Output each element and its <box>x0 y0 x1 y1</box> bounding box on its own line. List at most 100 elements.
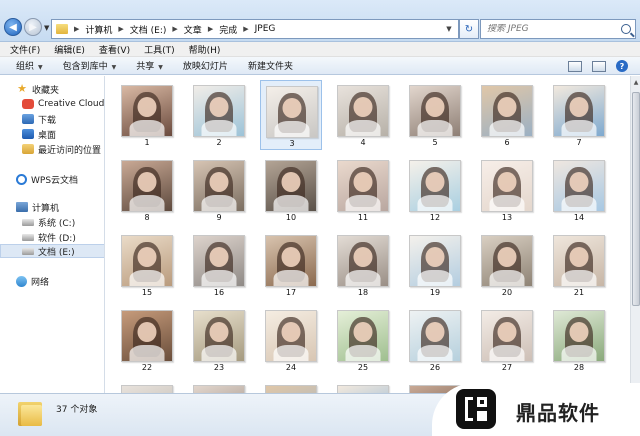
back-button[interactable]: ◀ <box>4 18 22 36</box>
sidebar-item-recent[interactable]: 最近访问的位置 <box>22 142 104 156</box>
sidebar-item-downloads[interactable]: 下载 <box>22 112 104 126</box>
watermark: 鼎品软件 <box>432 383 640 436</box>
sidebar-item-computer[interactable]: 计算机 <box>16 200 104 214</box>
breadcrumb-computer[interactable]: 计算机 <box>85 23 112 36</box>
breadcrumb-done[interactable]: 完成 <box>219 23 237 36</box>
sidebar-item-drive-c[interactable]: 系统 (C:) <box>22 215 104 229</box>
image-file-item[interactable]: 17 <box>260 230 322 300</box>
image-file-item[interactable] <box>188 380 250 393</box>
image-file-item[interactable]: 28 <box>548 305 610 375</box>
image-thumbnail <box>337 385 389 393</box>
include-library-label: 包含到库中 <box>62 62 108 72</box>
vertical-scrollbar[interactable]: ▲ ▼ <box>630 76 640 393</box>
image-file-item[interactable]: 26 <box>404 305 466 375</box>
image-file-item[interactable]: 5 <box>404 80 466 150</box>
image-file-item[interactable]: 13 <box>476 155 538 225</box>
breadcrumb-jpeg[interactable]: JPEG <box>255 24 276 34</box>
image-file-item[interactable]: 9 <box>188 155 250 225</box>
menu-help[interactable]: 帮助(H) <box>189 43 221 56</box>
help-icon[interactable]: ? <box>616 60 628 72</box>
search-icon[interactable] <box>621 24 631 34</box>
drive-icon <box>22 218 34 226</box>
image-file-item[interactable] <box>332 380 394 393</box>
menu-view[interactable]: 查看(V) <box>99 43 130 56</box>
include-library-button[interactable]: 包含到库中 ▼ <box>63 59 117 72</box>
image-file-item[interactable]: 11 <box>332 155 394 225</box>
image-file-item[interactable] <box>116 380 178 393</box>
chevron-right-icon[interactable]: ▶ <box>208 25 213 33</box>
image-file-item[interactable]: 1 <box>116 80 178 150</box>
image-file-item[interactable]: 10 <box>260 155 322 225</box>
address-bar[interactable]: ▶ 计算机 ▶ 文档 (E:) ▶ 文章 ▶ 完成 ▶ JPEG <box>51 19 459 39</box>
image-file-item[interactable]: 12 <box>404 155 466 225</box>
image-file-item[interactable]: 14 <box>548 155 610 225</box>
image-file-item[interactable] <box>260 380 322 393</box>
image-file-item[interactable]: 21 <box>548 230 610 300</box>
scrollbar-thumb[interactable] <box>632 92 640 306</box>
chevron-right-icon[interactable]: ▶ <box>74 25 79 33</box>
image-file-item[interactable]: 6 <box>476 80 538 150</box>
sidebar-item-network[interactable]: 网络 <box>16 274 104 288</box>
image-file-item[interactable]: 18 <box>332 230 394 300</box>
sidebar-item-creative-cloud[interactable]: Creative Cloud Files <box>22 97 104 111</box>
forward-button[interactable]: ▶ <box>24 18 42 36</box>
file-name-label: 16 <box>213 288 225 297</box>
chevron-down-icon: ▼ <box>111 64 117 71</box>
sidebar-item-drive-d[interactable]: 软件 (D:) <box>22 230 104 244</box>
slideshow-button[interactable]: 放映幻灯片 <box>183 59 228 72</box>
recent-places-icon <box>22 144 34 154</box>
image-thumbnail <box>265 385 317 393</box>
image-file-item[interactable]: 27 <box>476 305 538 375</box>
image-file-item[interactable]: 23 <box>188 305 250 375</box>
desktop-icon <box>22 129 34 139</box>
image-thumbnail <box>337 85 389 137</box>
sidebar-item-drive-e[interactable]: 文档 (E:) <box>0 244 104 258</box>
command-bar: 组织 ▼ 包含到库中 ▼ 共享 ▼ 放映幻灯片 新建文件夹 ? <box>0 57 640 75</box>
image-file-item[interactable]: 8 <box>116 155 178 225</box>
organize-button[interactable]: 组织 ▼ <box>16 59 43 72</box>
sidebar-item-wps-cloud[interactable]: WPS云文档 <box>16 172 104 186</box>
image-file-item[interactable]: 20 <box>476 230 538 300</box>
image-thumbnail <box>121 85 173 137</box>
breadcrumb-articles[interactable]: 文章 <box>184 23 202 36</box>
change-view-icon[interactable] <box>568 60 582 72</box>
image-file-item[interactable]: 3 <box>260 80 322 150</box>
image-file-item[interactable]: 2 <box>188 80 250 150</box>
image-file-item[interactable]: 4 <box>332 80 394 150</box>
image-file-item[interactable]: 19 <box>404 230 466 300</box>
image-thumbnail <box>481 85 533 137</box>
refresh-button[interactable]: ↻ <box>459 19 479 39</box>
chevron-right-icon[interactable]: ▶ <box>172 25 177 33</box>
chevron-right-icon[interactable]: ▶ <box>118 25 123 33</box>
chevron-right-icon[interactable]: ▶ <box>243 25 248 33</box>
chevron-down-icon: ▼ <box>38 64 43 71</box>
address-history-dropdown[interactable]: ▼ <box>441 20 457 38</box>
share-button[interactable]: 共享 ▼ <box>136 59 163 72</box>
sidebar-item-favorites[interactable]: ★ 收藏夹 <box>16 82 104 96</box>
menu-edit[interactable]: 编辑(E) <box>54 43 85 56</box>
recent-pages-dropdown[interactable]: ▼ <box>44 24 49 32</box>
breadcrumb: 计算机 ▶ 文档 (E:) ▶ 文章 ▶ 完成 ▶ JPEG <box>85 23 275 36</box>
menu-file[interactable]: 文件(F) <box>10 43 40 56</box>
navigation-pane: ★ 收藏夹 Creative Cloud Files 下载 桌面 最近访问的位置… <box>0 76 105 393</box>
network-icon <box>16 275 27 287</box>
search-input[interactable] <box>487 24 607 34</box>
breadcrumb-drive-e[interactable]: 文档 (E:) <box>130 23 167 36</box>
scroll-up-icon[interactable]: ▲ <box>631 78 640 88</box>
image-thumbnail <box>409 310 461 362</box>
image-file-item[interactable]: 22 <box>116 305 178 375</box>
image-file-item[interactable]: 24 <box>260 305 322 375</box>
search-box[interactable] <box>480 19 636 39</box>
image-file-item[interactable]: 16 <box>188 230 250 300</box>
image-file-item[interactable]: 7 <box>548 80 610 150</box>
file-name-label: 18 <box>357 288 369 297</box>
sidebar-item-desktop[interactable]: 桌面 <box>22 127 104 141</box>
image-file-item[interactable]: 15 <box>116 230 178 300</box>
image-file-item[interactable]: 25 <box>332 305 394 375</box>
image-thumbnail <box>553 85 605 137</box>
image-thumbnail <box>337 310 389 362</box>
image-thumbnail <box>553 310 605 362</box>
new-folder-button[interactable]: 新建文件夹 <box>248 59 293 72</box>
preview-pane-icon[interactable] <box>592 60 606 72</box>
menu-tools[interactable]: 工具(T) <box>144 43 175 56</box>
